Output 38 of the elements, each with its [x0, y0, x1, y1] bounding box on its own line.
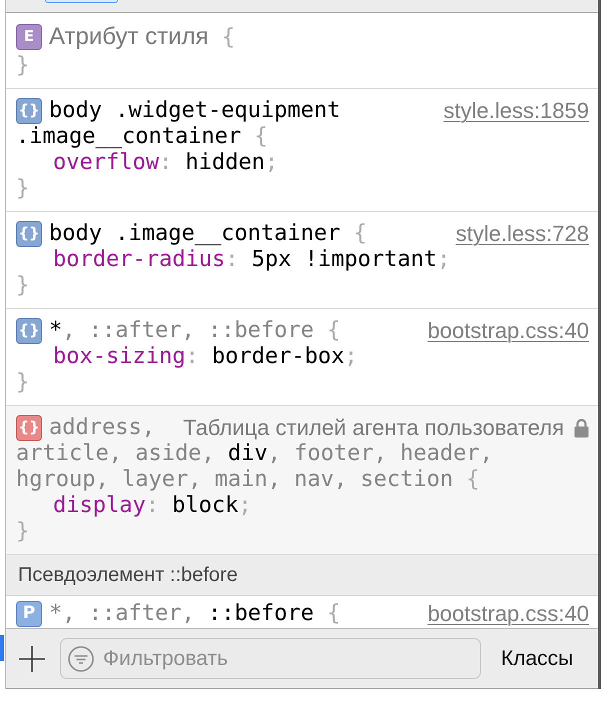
plus-icon [19, 646, 45, 672]
css-declaration: display: block; [53, 493, 252, 518]
rule-type-badge: {} [16, 221, 42, 247]
classes-button[interactable]: Классы [501, 646, 574, 670]
selection-marker [0, 635, 4, 661]
css-selector: *, ::after, ::before { [49, 601, 340, 627]
source-link[interactable]: bootstrap.css:40 [428, 319, 589, 343]
css-selector: *, ::after, ::before { [49, 318, 340, 344]
section-header: Псевдоэлемент ::before [6, 555, 598, 596]
css-selector: article, aside, div, footer, header, [16, 441, 493, 466]
css-declaration: box-sizing: border-box; [53, 344, 358, 369]
lock-icon [574, 418, 589, 438]
css-selector: hgroup, layer, main, nav, section { [16, 467, 480, 492]
add-button[interactable] [19, 646, 45, 672]
css-declaration: border-radius: 5px !important; [53, 247, 450, 272]
css-selector: body .widget-equipment [49, 98, 340, 124]
closing-brace: } [16, 370, 30, 395]
filter-input[interactable]: Фильтровать [103, 646, 473, 670]
closing-brace: } [16, 176, 30, 201]
rule-type-badge: E [16, 24, 42, 50]
css-selector: body .image__container { [49, 221, 367, 247]
closing-brace: } [16, 519, 30, 544]
css-selector: address, [49, 415, 155, 441]
closing-brace: } [16, 53, 30, 78]
rule-type-badge: {} [16, 415, 42, 441]
rule-type-badge: {} [16, 318, 42, 344]
stylesheet-origin-label: Таблица стилей агента пользователя [183, 416, 564, 440]
filter-field[interactable]: Фильтровать [60, 638, 481, 679]
style-attribute-label: Атрибут стиля { [49, 22, 235, 52]
closing-brace: } [16, 273, 30, 298]
rule-type-badge: P [16, 601, 42, 627]
source-link[interactable]: bootstrap.css:40 [428, 602, 589, 626]
css-selector: .image__container { [16, 124, 268, 149]
rule-type-badge: {} [16, 98, 42, 124]
filter-icon [68, 646, 94, 672]
source-link[interactable]: style.less:728 [456, 222, 589, 246]
css-declaration: overflow: hidden; [53, 150, 278, 175]
source-link[interactable]: style.less:1859 [443, 99, 589, 123]
